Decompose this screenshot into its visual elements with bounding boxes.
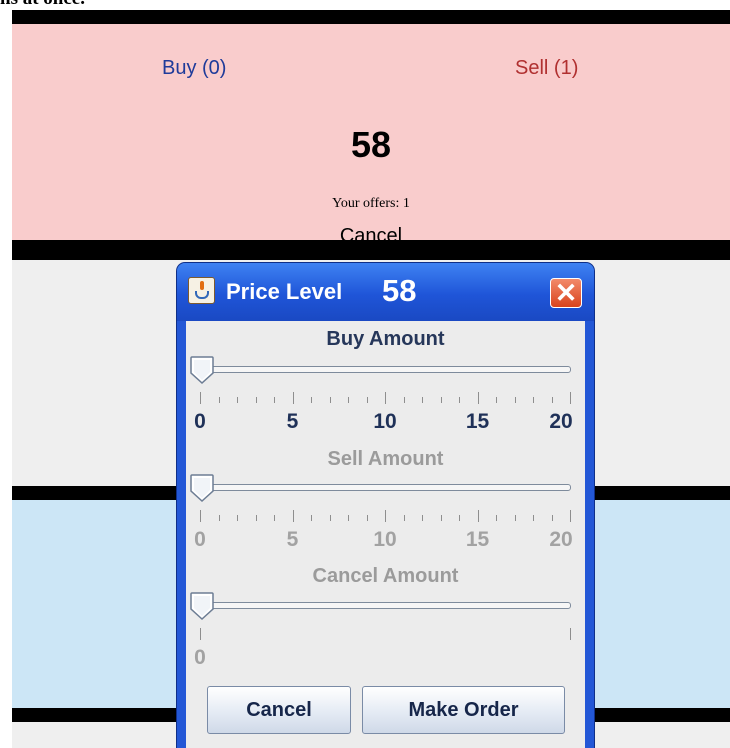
slider-tick	[218, 515, 220, 521]
cancel-offers-link[interactable]: Cancel	[12, 225, 730, 247]
slider-tick-label: 0	[194, 528, 206, 551]
slider-tick	[422, 515, 423, 521]
slider-thumb[interactable]	[189, 355, 215, 385]
slider-tick	[403, 397, 405, 403]
slider-tick	[274, 515, 275, 521]
slider-track[interactable]	[195, 484, 571, 491]
slider-tick	[255, 397, 257, 403]
slider-tick	[514, 515, 516, 521]
slider-tick-label: 10	[373, 410, 397, 433]
slider-tick-label: 5	[286, 528, 299, 551]
price-level-row-58: Buy (0) Sell (1) 58 Your offers: 1 Cance…	[12, 24, 730, 247]
slider-tick	[477, 510, 479, 522]
dialog-titlebar[interactable]: Price Level 58 ✕	[177, 263, 594, 321]
slider-tick	[514, 397, 516, 403]
dialog-title: Price Level	[226, 279, 343, 304]
slider-thumb[interactable]	[189, 591, 215, 621]
slider-tick	[551, 515, 553, 521]
cancel-button[interactable]: Cancel	[207, 686, 351, 734]
sell-amount-label: Sell Amount	[327, 448, 444, 470]
slider-tick-label: 20	[549, 410, 573, 433]
slider-tick	[459, 397, 460, 403]
slider-tick	[459, 515, 460, 521]
slider-tick-label: 20	[549, 528, 573, 551]
slider-tick	[329, 515, 331, 521]
close-button[interactable]: ✕	[550, 278, 582, 308]
slider-tick	[440, 397, 442, 403]
slider-ticks	[186, 628, 585, 644]
buy-amount-label: Buy Amount	[326, 328, 445, 350]
slider-tick	[348, 515, 349, 521]
slider-tick	[200, 510, 201, 522]
slider-tick	[200, 392, 201, 404]
slider-track[interactable]	[195, 602, 571, 609]
slider-tick	[329, 397, 331, 403]
price-level-value[interactable]: 58	[12, 125, 730, 165]
slider-tick	[311, 515, 312, 521]
make-order-button[interactable]: Make Order	[362, 686, 565, 734]
cancel-amount-label: Cancel Amount	[312, 565, 459, 587]
slider-tick	[422, 397, 423, 403]
slider-tick	[496, 397, 497, 403]
slider-tick	[385, 392, 386, 404]
slider-tick	[366, 397, 368, 403]
slider-tick-label: 15	[465, 528, 490, 551]
slider-tick	[200, 628, 201, 640]
slider-tick	[570, 628, 571, 640]
slider-tick	[477, 392, 479, 404]
buy-count-link[interactable]: Buy (0)	[162, 57, 226, 79]
slider-tick-label: 0	[194, 410, 206, 433]
slider-tick-label: 15	[465, 410, 490, 433]
slider-tick	[533, 515, 534, 521]
slider-ticks	[186, 392, 585, 408]
slider-ticks	[186, 510, 585, 526]
slider-tick	[551, 397, 553, 403]
slider-thumb[interactable]	[189, 473, 215, 503]
slider-tick	[570, 392, 571, 404]
slider-tick	[366, 515, 368, 521]
java-cup-icon	[188, 277, 215, 304]
slider-tick-label: 10	[373, 528, 397, 551]
price-level-dialog: Price Level 58 ✕ Buy Amount Sell Amount …	[177, 263, 594, 748]
slider-tick	[237, 515, 238, 521]
slider-tick	[311, 397, 312, 403]
dialog-price: 58	[382, 273, 417, 308]
slider-track[interactable]	[195, 366, 571, 373]
slider-tick	[570, 510, 571, 522]
slider-tick	[440, 515, 442, 521]
slider-tick	[218, 397, 220, 403]
slider-tick-label: 0	[194, 646, 206, 669]
slider-tick	[237, 397, 238, 403]
slider-tick	[292, 392, 294, 404]
sell-count-link[interactable]: Sell (1)	[515, 57, 578, 79]
slider-tick	[274, 397, 275, 403]
your-offers-label: Your offers: 1	[332, 196, 410, 211]
slider-tick	[533, 397, 534, 403]
close-icon: ✕	[554, 278, 578, 308]
slider-tick	[403, 515, 405, 521]
slider-tick	[496, 515, 497, 521]
slider-tick-label: 5	[286, 410, 299, 433]
slider-tick	[348, 397, 349, 403]
instruction-text-fragment: ns at once.	[0, 0, 160, 10]
slider-tick	[385, 510, 386, 522]
slider-tick	[255, 515, 257, 521]
dialog-content: Buy Amount Sell Amount Cancel Amount 0 5 1…	[186, 321, 585, 748]
slider-tick	[292, 510, 294, 522]
